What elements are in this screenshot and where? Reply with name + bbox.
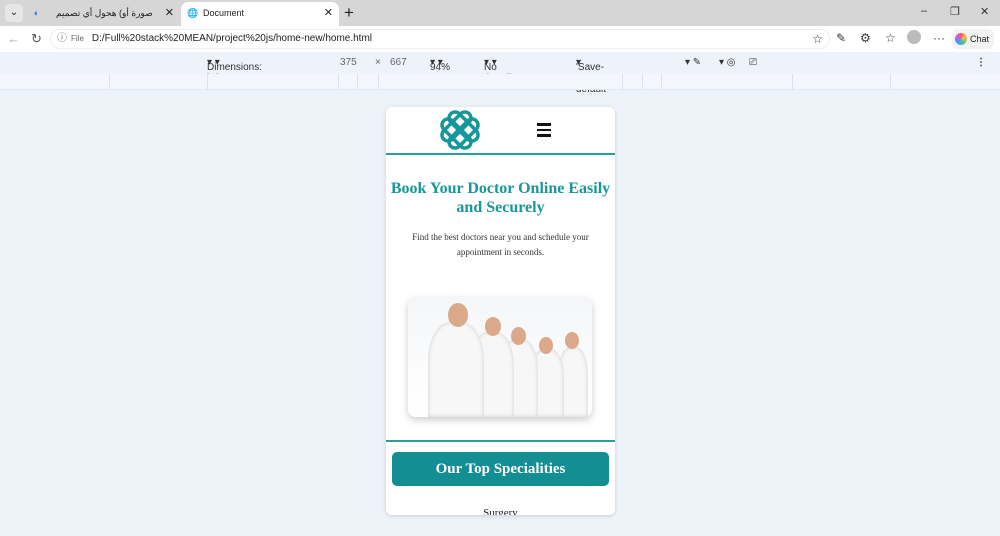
- top-specialities-button[interactable]: Our Top Specialities: [392, 452, 609, 486]
- address-bar: ← ↻ ⓘ File D:/Full%20stack%20MEAN/project%…: [0, 26, 1000, 52]
- restore-icon[interactable]: ❐: [950, 5, 960, 18]
- profile-avatar[interactable]: [907, 30, 921, 44]
- device-select[interactable]: Dimensions: iPhone SE ▾ ▾: [207, 57, 262, 84]
- tab-document[interactable]: 🌐 Document ✕: [181, 2, 339, 26]
- chat-label: Chat: [970, 34, 990, 44]
- close-tab-icon[interactable]: ✕: [324, 2, 333, 24]
- tab-title: Document: [203, 8, 245, 18]
- width-input[interactable]: 375: [340, 57, 357, 68]
- url-input[interactable]: ⓘ File D:/Full%20stack%20MEAN/project%20js…: [50, 29, 830, 49]
- site-header: [386, 107, 615, 155]
- media-query-ruler[interactable]: [0, 74, 1000, 90]
- copilot-icon: [955, 33, 967, 45]
- close-tab-icon[interactable]: ✕: [165, 2, 174, 24]
- url-text: D:/Full%20stack%20MEAN/project%20js/home…: [91, 33, 373, 44]
- rotate-icon[interactable]: ⎚: [749, 57, 757, 68]
- phone-viewport: Book Your Doctor Online Easily and Secur…: [386, 107, 615, 515]
- menu-hamburger-icon[interactable]: [537, 123, 551, 140]
- save-data-select[interactable]: 'Save-Data': default ▾: [576, 57, 606, 95]
- favorites-icon[interactable]: ☆: [885, 31, 896, 45]
- hero-subtitle: Find the best doctors near you and sched…: [412, 232, 589, 257]
- close-window-icon[interactable]: ✕: [980, 5, 989, 18]
- section-divider: [386, 440, 615, 442]
- tab-list-dropdown[interactable]: ⌄: [5, 4, 23, 22]
- back-icon[interactable]: ←: [7, 31, 20, 46]
- favorite-star-icon[interactable]: ☆: [812, 30, 823, 48]
- globe-icon: 🌐: [187, 8, 199, 18]
- height-input[interactable]: 667: [390, 57, 407, 68]
- eye-icon[interactable]: ▾ ◎: [719, 57, 736, 68]
- site-logo-icon: [440, 110, 480, 150]
- minimize-icon[interactable]: –: [921, 5, 927, 17]
- extensions-icon[interactable]: ⚙: [860, 31, 871, 45]
- hero-title: Book Your Doctor Online Easily and Secur…: [390, 180, 611, 216]
- chat-button[interactable]: Chat: [952, 29, 994, 49]
- app-icon: ◐: [34, 8, 40, 18]
- speciality-item-surgery[interactable]: Surgery: [386, 507, 615, 515]
- zoom-label: 94%: [430, 62, 451, 73]
- times-sign: ×: [375, 57, 381, 68]
- tab-bar: ⌄ ◐هحول أي تصميم (صورة أو Figma) إ✕ 🌐 Doc…: [0, 0, 1000, 40]
- device-toolbar: Dimensions: iPhone SE ▾ ▾ 375 × 667 94% …: [0, 52, 1000, 95]
- tab-figma[interactable]: ◐هحول أي تصميم (صورة أو Figma) إ✕: [28, 2, 180, 40]
- more-options-icon[interactable]: ⋮: [976, 57, 986, 68]
- zoom-select[interactable]: 94% ▾ ▾: [430, 57, 450, 73]
- throttling-select[interactable]: No throttling ▾ ▾: [484, 57, 522, 84]
- reload-icon[interactable]: ↻: [31, 31, 42, 47]
- eyedropper-icon[interactable]: ✎: [836, 31, 846, 45]
- doctors-team-image: [408, 297, 592, 417]
- pen-icon[interactable]: ▾ ✎: [685, 57, 701, 68]
- more-icon[interactable]: ···: [933, 31, 945, 45]
- info-icon: ⓘ: [57, 33, 67, 44]
- url-prefix: File: [71, 34, 84, 43]
- new-tab-button[interactable]: +: [344, 2, 354, 24]
